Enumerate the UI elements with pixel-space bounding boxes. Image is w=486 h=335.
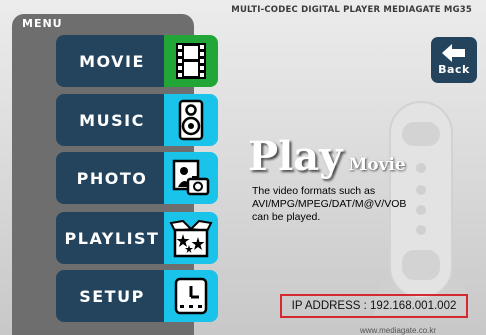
- photo-button[interactable]: PHOTO: [56, 152, 168, 204]
- music-icon-tile[interactable]: [164, 94, 218, 146]
- play-title-main: Play: [248, 133, 343, 180]
- back-label: Back: [438, 63, 470, 76]
- playlist-button[interactable]: PLAYLIST: [56, 212, 168, 264]
- menu-label: MENU: [22, 17, 63, 30]
- playlist-icon-tile[interactable]: [164, 212, 218, 264]
- music-button[interactable]: MUSIC: [56, 94, 168, 146]
- movie-label: MOVIE: [79, 51, 145, 71]
- menu-item-playlist[interactable]: PLAYLIST: [56, 212, 220, 264]
- setup-button[interactable]: SETUP: [56, 270, 168, 322]
- photo-camera-icon: [172, 159, 210, 196]
- menu-item-photo[interactable]: PHOTO: [56, 152, 220, 204]
- play-title: Play Movie: [248, 133, 406, 180]
- movie-icon-tile[interactable]: [164, 35, 218, 87]
- menu-item-music[interactable]: MUSIC: [56, 94, 220, 146]
- footer-url: www.mediagate.co.kr: [360, 326, 437, 335]
- star-box-icon: [169, 219, 213, 258]
- music-label: MUSIC: [79, 110, 145, 130]
- back-button[interactable]: Back: [431, 37, 477, 83]
- product-title: MULTI-CODEC DIGITAL PLAYER MEDIAGATE MG3…: [231, 5, 472, 15]
- photo-icon-tile[interactable]: [164, 152, 218, 204]
- ip-address-box: IP ADDRESS : 192.168.001.002: [280, 294, 468, 318]
- setup-label: SETUP: [79, 286, 145, 306]
- movie-button[interactable]: MOVIE: [56, 35, 168, 87]
- menu-item-setup[interactable]: SETUP: [56, 270, 220, 322]
- description: The video formats such as AVI/MPG/MPEG/D…: [252, 185, 442, 224]
- description-line: AVI/MPG/MPEG/DAT/M@V/VOB: [252, 198, 407, 210]
- playlist-label: PLAYLIST: [64, 228, 160, 248]
- back-arrow-icon: [442, 44, 465, 62]
- photo-label: PHOTO: [76, 168, 148, 188]
- speaker-icon: [178, 99, 204, 141]
- description-line: can be played.: [252, 211, 321, 223]
- clock-device-icon: [174, 277, 208, 315]
- setup-icon-tile[interactable]: [164, 270, 218, 322]
- menu-item-movie[interactable]: MOVIE: [56, 35, 220, 87]
- film-icon: [176, 43, 206, 79]
- play-title-sub: Movie: [348, 155, 406, 175]
- description-line: The video formats such as: [252, 185, 376, 197]
- ip-address-text: IP ADDRESS : 192.168.001.002: [291, 300, 457, 312]
